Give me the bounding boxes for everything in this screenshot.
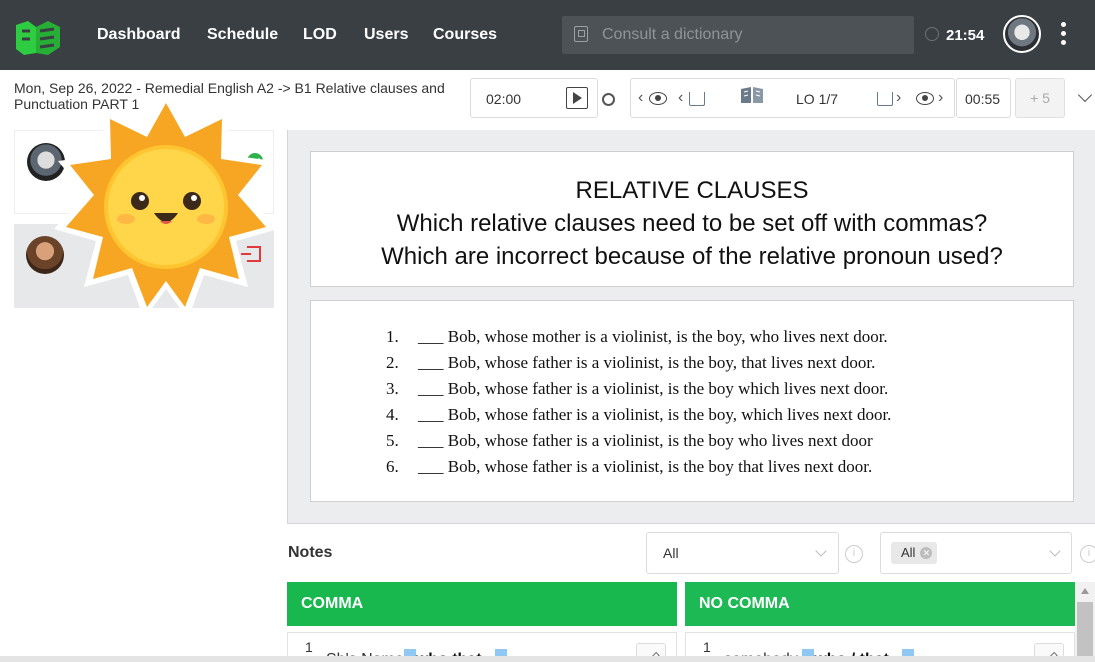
scrollbar[interactable]: [1075, 582, 1095, 662]
nav-courses[interactable]: Courses: [433, 26, 497, 44]
exercise-item: 6. ___ Bob, whose father is a violinist, …: [386, 457, 873, 476]
gear-icon[interactable]: [602, 93, 615, 106]
eye-icon[interactable]: [649, 92, 667, 105]
exercise-item: 1. ___ Bob, whose mother is a violinist, …: [386, 327, 888, 346]
notes-filter-select[interactable]: All: [646, 532, 839, 574]
note-index: 1: [703, 639, 711, 655]
book-icon[interactable]: [740, 86, 764, 104]
nav-lod[interactable]: LOD: [303, 26, 337, 44]
lo-navigator: ‹ ‹ LO 1/7 › ›: [630, 78, 955, 118]
nav-schedule[interactable]: Schedule: [207, 26, 278, 44]
elapsed-time: 00:55: [965, 91, 1001, 107]
plus-five-button[interactable]: + 5: [1015, 78, 1065, 118]
column-header-comma: COMMA: [287, 582, 677, 626]
chevron-right-icon[interactable]: ›: [938, 89, 943, 107]
kebab-menu-icon[interactable]: [1061, 22, 1067, 48]
chevron-right-icon[interactable]: ›: [896, 89, 901, 107]
slide-title-line: Which relative clauses need to be set of…: [396, 210, 988, 237]
scroll-up-icon[interactable]: [1081, 588, 1089, 594]
tag-chip: All ✕: [891, 542, 938, 564]
divider: [0, 656, 1095, 662]
clock-icon: [925, 27, 939, 41]
chevron-down-icon: [815, 545, 827, 557]
notes-label: Notes: [288, 544, 333, 561]
exercise-item: 2. ___ Bob, whose father is a violinist, …: [386, 353, 876, 372]
info-icon[interactable]: i: [1080, 545, 1095, 563]
note-index: 1: [305, 639, 313, 655]
slide-title-line: Which are incorrect because of the relat…: [381, 243, 1003, 270]
dictionary-input[interactable]: [602, 25, 902, 45]
scroll-thumb[interactable]: [1077, 602, 1093, 662]
sun-sticker: [54, 91, 278, 319]
notes-filter-value: All: [663, 545, 679, 561]
chevron-left-icon[interactable]: ‹: [678, 89, 683, 107]
exercise-item: 5. ___ Bob, whose father is a violinist, …: [386, 431, 873, 450]
slide-title-line: RELATIVE CLAUSES: [575, 177, 809, 204]
exercise-item: 3. ___ Bob, whose father is a violinist, …: [386, 379, 889, 398]
elapsed-box: 00:55: [956, 78, 1011, 118]
nav-users[interactable]: Users: [364, 26, 408, 44]
chevron-down-icon: [1049, 545, 1061, 557]
logo[interactable]: [14, 17, 62, 57]
user-avatar[interactable]: [1003, 15, 1041, 53]
timer-value: 02:00: [486, 91, 522, 107]
dictionary-search: [562, 16, 914, 54]
exercise-item: 4. ___ Bob, whose father is a violinist, …: [386, 405, 892, 424]
column-header-no-comma: NO COMMA: [685, 582, 1075, 626]
play-icon[interactable]: [566, 87, 588, 109]
top-nav-bar: Dashboard Schedule LOD Users Courses 21:…: [0, 0, 1095, 70]
dictionary-icon: [574, 26, 588, 42]
info-icon[interactable]: i: [845, 545, 863, 563]
notes-tag-select[interactable]: All ✕: [880, 532, 1072, 574]
tray-icon[interactable]: [689, 92, 705, 106]
nav-dashboard[interactable]: Dashboard: [97, 26, 181, 44]
lo-label: LO 1/7: [796, 91, 839, 107]
close-icon[interactable]: ✕: [920, 547, 933, 559]
chevron-down-icon[interactable]: [1077, 87, 1093, 103]
tray-icon[interactable]: [877, 92, 893, 106]
eye-icon[interactable]: [916, 92, 934, 105]
slide-title-box: RELATIVE CLAUSES Which relative clauses …: [310, 151, 1074, 287]
chevron-left-icon[interactable]: ‹: [638, 89, 643, 107]
clock: 21:54: [946, 27, 985, 44]
